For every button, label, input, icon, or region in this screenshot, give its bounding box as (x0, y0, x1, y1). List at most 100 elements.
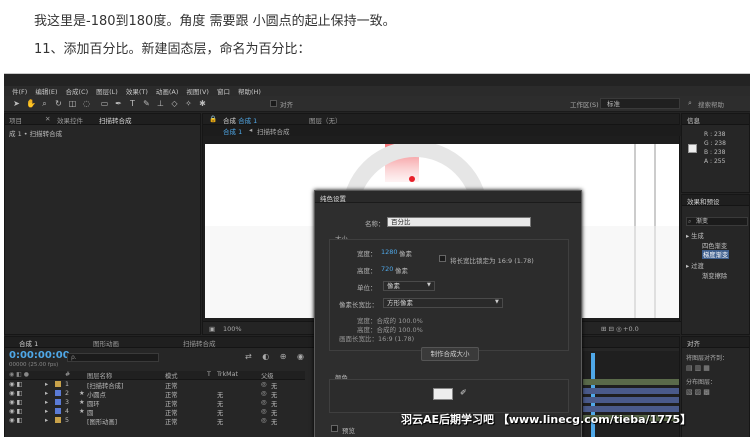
height-value[interactable]: 720 (381, 265, 393, 273)
menu-file[interactable]: 件(F) (12, 86, 27, 96)
viewer-snapshot-icon[interactable]: ▣ (209, 325, 215, 333)
layer-mode[interactable]: 正常 (165, 417, 178, 426)
name-field[interactable]: 百分比 (387, 217, 531, 227)
layer-expand-icon[interactable]: ▸ (45, 417, 48, 424)
tab-project[interactable]: 项目 (9, 115, 22, 125)
parent-pickwhip-icon[interactable]: ◎ (261, 381, 267, 388)
timeline-timecode[interactable]: 0:00:00:00 (9, 350, 70, 361)
layer-bar[interactable] (583, 379, 679, 385)
distribute-buttons-icon[interactable]: ▧▨▩ (686, 388, 712, 396)
pen-tool-icon[interactable]: ✒ (114, 99, 123, 108)
effects-search-input[interactable]: 渐变 (686, 217, 748, 226)
rotate-tool-icon[interactable]: ↻ (54, 99, 63, 108)
menu-layer[interactable]: 图层(L) (96, 86, 118, 96)
search-help-input[interactable]: 搜索帮助 (698, 99, 724, 109)
parent-pickwhip-icon[interactable]: ◎ (261, 390, 267, 397)
layer-parent[interactable]: 无 (271, 399, 277, 408)
layer-visibility-icon[interactable]: ◉ ◧ (9, 381, 22, 388)
layer-expand-icon[interactable]: ▸ (45, 399, 48, 406)
layer-trkmat[interactable]: 无 (217, 399, 223, 408)
menu-help[interactable]: 帮助(H) (238, 86, 261, 96)
preview-checkbox[interactable] (331, 425, 338, 432)
hand-tool-icon[interactable]: ✋ (26, 99, 36, 108)
viewer-exposure[interactable]: +0.0 (623, 325, 639, 333)
parent-pickwhip-icon[interactable]: ◎ (261, 399, 267, 406)
tab-composition[interactable]: 合成 合成 1 (223, 115, 257, 125)
zoom-tool-icon[interactable]: ⌕ (40, 99, 49, 108)
viewer-tools-icon[interactable]: ⊞ ⊟ ◎ (601, 325, 622, 333)
layer-bar[interactable] (583, 388, 679, 394)
timeline-layer-row[interactable]: ◉ ◧ ▸ 1 [扫描转合成] 正常 ◎ 无 (5, 381, 305, 390)
timeline-layer-row[interactable]: ◉ ◧ ▸ 3 ★ 圆环 正常 无 ◎ 无 (5, 399, 305, 408)
layer-parent[interactable]: 无 (271, 417, 277, 426)
anchor-tool-icon[interactable]: ◌ (82, 99, 91, 108)
rectangle-tool-icon[interactable]: ▭ (100, 99, 109, 108)
layer-name[interactable]: 圆环 (87, 399, 100, 408)
tab-effects-presets[interactable]: 效果和预设 (687, 196, 720, 206)
tab-effect-controls-target[interactable]: 扫描转合成 (99, 115, 132, 125)
layer-expand-icon[interactable]: ▸ (45, 390, 48, 397)
layer-visibility-icon[interactable]: ◉ ◧ (9, 417, 22, 424)
search-help-icon[interactable]: ⌕ (688, 99, 692, 108)
layer-visibility-icon[interactable]: ◉ ◧ (9, 399, 22, 406)
effect-item-gradient-wipe[interactable]: 渐变擦除 (702, 271, 727, 280)
tab-info[interactable]: 信息 (687, 115, 700, 125)
layer-label-color[interactable] (55, 390, 61, 396)
effect-item-gradient-ramp[interactable]: 梯度渐变 (702, 250, 730, 259)
menu-animation[interactable]: 动画(A) (156, 86, 179, 96)
layer-parent[interactable]: 无 (271, 408, 277, 417)
timeline-tab-graphic-anim[interactable]: 图形动画 (93, 338, 119, 348)
layer-trkmat[interactable]: 无 (217, 390, 223, 399)
layer-mode[interactable]: 正常 (165, 408, 178, 417)
layer-visibility-icon[interactable]: ◉ ◧ (9, 408, 22, 415)
effect-group-generate[interactable]: ▸ 生成 (686, 231, 704, 240)
layer-name[interactable]: 圆 (87, 408, 93, 417)
effect-item-4color-gradient[interactable]: 四色渐变 (702, 241, 727, 250)
layer-trkmat[interactable]: 无 (217, 417, 223, 426)
eraser-tool-icon[interactable]: ◇ (170, 99, 179, 108)
align-buttons-icon[interactable]: ▤▥▦ (686, 364, 712, 372)
layer-name[interactable]: [扫描转合成] (87, 381, 123, 390)
layer-name[interactable]: 小圆点 (87, 390, 106, 399)
layer-name[interactable]: [图形动画] (87, 417, 117, 426)
width-value[interactable]: 1280 (381, 248, 398, 256)
sub-tab-comp-1[interactable]: 合成 1 (223, 126, 242, 136)
layer-mode[interactable]: 正常 (165, 390, 178, 399)
pixel-aspect-select[interactable]: 方形像素 (383, 298, 503, 308)
tab-layer[interactable]: 图层（无） (309, 115, 342, 125)
parent-pickwhip-icon[interactable]: ◎ (261, 408, 267, 415)
layer-bar[interactable] (583, 397, 679, 403)
timeline-layer-row[interactable]: ◉ ◧ ▸ 5 [图形动画] 正常 无 ◎ 无 (5, 417, 305, 426)
layer-expand-icon[interactable]: ▸ (45, 381, 48, 388)
color-swatch[interactable] (433, 388, 453, 400)
layer-label-color[interactable] (55, 408, 61, 414)
parent-pickwhip-icon[interactable]: ◎ (261, 417, 267, 424)
brush-tool-icon[interactable]: ✎ (142, 99, 151, 108)
stamp-tool-icon[interactable]: ⊥ (156, 99, 165, 108)
menu-composition[interactable]: 合成(C) (66, 86, 89, 96)
layer-parent[interactable]: 无 (271, 390, 277, 399)
tab-align[interactable]: 对齐 (687, 338, 700, 348)
tab-effect-controls[interactable]: 效果控件 (57, 115, 83, 125)
small-red-dot-shape[interactable] (409, 176, 415, 182)
viewer-zoom[interactable]: 100% (223, 325, 242, 333)
close-icon[interactable]: ✕ (45, 115, 50, 123)
timeline-tab-scan-comp[interactable]: 扫描转合成 (183, 338, 216, 348)
snap-checkbox[interactable] (270, 100, 277, 107)
text-tool-icon[interactable]: T (128, 99, 137, 108)
layer-label-color[interactable] (55, 417, 61, 423)
timeline-layer-row[interactable]: ◉ ◧ ▸ 2 ★ 小圆点 正常 无 ◎ 无 (5, 390, 305, 399)
layer-expand-icon[interactable]: ▸ (45, 408, 48, 415)
timeline-tab-comp1[interactable]: 合成 1 (19, 338, 38, 348)
layer-mode[interactable]: 正常 (165, 381, 178, 390)
timeline-layer-row[interactable]: ◉ ◧ ▸ 4 ★ 圆 正常 无 ◎ 无 (5, 408, 305, 417)
timeline-search-input[interactable]: ρ. (67, 353, 159, 362)
layer-trkmat[interactable]: 无 (217, 408, 223, 417)
workspace-select[interactable]: 标准 (600, 98, 680, 109)
menu-effect[interactable]: 效果(T) (126, 86, 148, 96)
camera-tool-icon[interactable]: ◫ (68, 99, 77, 108)
puppet-tool-icon[interactable]: ✱ (198, 99, 207, 108)
layer-mode[interactable]: 正常 (165, 399, 178, 408)
menu-view[interactable]: 视图(V) (186, 86, 209, 96)
effect-group-transition[interactable]: ▸ 过渡 (686, 261, 704, 270)
